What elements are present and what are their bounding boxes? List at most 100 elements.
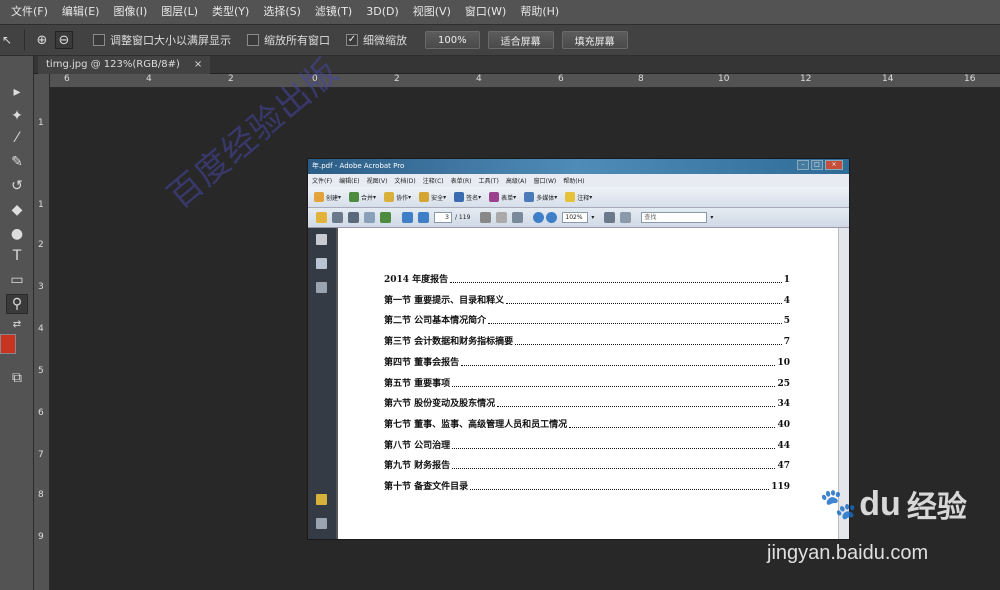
type-icon[interactable]: T [6, 246, 28, 266]
zoom-in-icon[interactable]: ⊕ [33, 31, 51, 49]
ruler-label: 1 [38, 118, 44, 128]
paw-icon: 🐾 [819, 487, 858, 521]
toc-title: 第七节 董事、监事、高级管理人员和员工情况 [384, 419, 568, 430]
task-icon [565, 192, 576, 202]
ruler-label: 4 [476, 74, 482, 84]
toc-page-number: 10 [777, 357, 790, 368]
acrobat-task-button: 注释 ▾ [565, 192, 592, 202]
chevron-down-icon: ▾ [513, 193, 517, 201]
menu-item[interactable]: 帮助(H) [513, 0, 566, 24]
toc-leader [450, 282, 782, 283]
full-screen-icon [620, 212, 632, 223]
toc-title: 第一节 重要提示、目录和释义 [384, 295, 505, 306]
ruler-label: 6 [558, 74, 564, 84]
acrobat-task-label: 表单 [501, 194, 514, 202]
document-tab[interactable]: timg.jpg @ 123%(RGB/8#) × [38, 56, 211, 74]
zoom-out-icon[interactable]: ⊖ [55, 31, 73, 49]
toc-title: 第十节 备查文件目录 [384, 482, 469, 492]
minimize-icon: – [797, 160, 809, 170]
move-icon[interactable]: ▸ [6, 82, 28, 102]
screen-mode-icon[interactable]: ⧉ [6, 368, 28, 388]
menu-item[interactable]: 3D(D) [359, 0, 406, 24]
eyedropper-icon[interactable]: ⁄ [6, 128, 28, 148]
close-icon: × [825, 160, 843, 170]
scrubby-zoom-checkbox[interactable]: ✓ [346, 34, 358, 46]
acrobat-task-label: 安全 [431, 194, 444, 202]
paint-bucket-icon[interactable]: ◆ [6, 200, 28, 220]
menu-item[interactable]: 滤镜(T) [308, 0, 359, 24]
fit-screen-button[interactable]: 适合屏幕 [487, 31, 554, 49]
chevron-down-icon: ▾ [710, 214, 714, 221]
zoom-all-windows-checkbox[interactable] [247, 34, 259, 46]
tools-panel: ▸ ✦ ⁄ ✎ ↺ ◆ ● T ▭ ⚲ ⧉ ⇄ [0, 56, 34, 590]
toc-entry: 第三节 会计数据和财务指标摘要 7 [384, 334, 790, 347]
brush-icon[interactable]: ✎ [6, 152, 28, 172]
menu-item[interactable]: 文件(F) [4, 0, 55, 24]
ruler-label: 4 [38, 324, 44, 334]
menu-item[interactable]: 图层(L) [154, 0, 205, 24]
baidu-site-url: jingyan.baidu.com [767, 542, 929, 564]
menu-item[interactable]: 编辑(E) [55, 0, 107, 24]
toc-page-number: 25 [777, 378, 790, 389]
acrobat-task-toolbar: 创建 ▾ 合并 ▾ 协作 ▾ 安全 ▾ 签名 ▾ 表单 ▾ 多媒体 ▾ 注释 ▾ [308, 187, 849, 208]
zoom-icon[interactable]: ⚲ [6, 294, 28, 314]
resize-windows-label: 调整窗口大小以满屏显示 [110, 34, 231, 47]
acrobat-task-label: 合并 [361, 194, 374, 202]
foreground-color-swatch[interactable] [0, 334, 16, 354]
acrobat-menu-item: 窗口(W) [533, 178, 557, 185]
history-brush-icon[interactable]: ↺ [6, 176, 28, 196]
toc-entry: 第二节 公司基本情况简介 5 [384, 313, 790, 326]
task-icon [524, 192, 535, 202]
ruler-label: 14 [882, 74, 894, 84]
actual-pixels-button[interactable]: 100% [425, 31, 480, 49]
chevron-down-icon: ▾ [408, 193, 412, 201]
ruler-label: 2 [228, 74, 234, 84]
dodge-icon[interactable]: ● [6, 224, 28, 244]
ruler-label: 16 [964, 74, 976, 84]
toc-entry: 第五节 重要事项 25 [384, 376, 790, 389]
ruler-label: 10 [718, 74, 730, 84]
comments-icon [316, 494, 327, 505]
chevron-down-icon: ▾ [554, 193, 558, 201]
acrobat-task-button: 协作 ▾ [384, 192, 411, 202]
toc-entry: 第七节 董事、监事、高级管理人员和员工情况 40 [384, 417, 790, 430]
acrobat-window-title: 年.pdf - Adobe Acrobat Pro [312, 162, 405, 170]
acrobat-task-label: 签名 [466, 194, 479, 202]
swap-colors-icon[interactable]: ⇄ [6, 318, 28, 330]
menu-bar: 文件(F) 编辑(E) 图像(I) 图层(L) 类型(Y) 选择(S) 滤镜(T) 3D(D)… [0, 0, 1000, 24]
ruler-label: 9 [38, 532, 44, 542]
menu-item[interactable]: 选择(S) [256, 0, 308, 24]
toc-leader [452, 447, 776, 449]
rectangle-icon[interactable]: ▭ [6, 270, 28, 290]
page-number-field: 3 [434, 212, 452, 223]
acrobat-menu-item: 工具(T) [478, 178, 499, 185]
chevron-down-icon: ▾ [373, 193, 377, 201]
menu-item[interactable]: 类型(Y) [205, 0, 256, 24]
toc-leader [569, 426, 776, 428]
task-icon [349, 192, 360, 202]
close-icon[interactable]: × [194, 56, 202, 74]
menu-item[interactable]: 图像(I) [106, 0, 154, 24]
ruler-label: 4 [146, 74, 152, 84]
maximize-icon: □ [811, 160, 823, 170]
ruler-label: 8 [638, 74, 644, 84]
menu-item[interactable]: 窗口(W) [458, 0, 513, 24]
fill-screen-button[interactable]: 填充屏幕 [561, 31, 628, 49]
menu-item[interactable]: 视图(V) [406, 0, 458, 24]
open-icon [316, 212, 327, 223]
acrobat-task-button: 创建 ▾ [314, 192, 341, 202]
page-up-icon [402, 212, 413, 223]
resize-windows-checkbox[interactable] [93, 34, 105, 46]
scrubby-zoom-label: 细微缩放 [363, 34, 407, 47]
ruler-label: 1 [38, 200, 44, 210]
document-tab-bar: timg.jpg @ 123%(RGB/8#) × [34, 56, 1000, 74]
toc-page-number: 4 [783, 295, 790, 306]
acrobat-menu-item: 编辑(E) [339, 178, 360, 185]
toc-title: 第九节 财务报告 [384, 461, 451, 472]
baidu-watermark: Bai 🐾 du 经验 jingyan.baidu.com [765, 482, 985, 590]
toc-page-number: 34 [777, 399, 790, 410]
magic-wand-icon[interactable]: ✦ [6, 106, 28, 126]
acrobat-navigation-pane [308, 228, 336, 539]
toc-entry: 第九节 财务报告 47 [384, 458, 790, 471]
tool-preset-picker[interactable]: ↖ [0, 33, 14, 47]
